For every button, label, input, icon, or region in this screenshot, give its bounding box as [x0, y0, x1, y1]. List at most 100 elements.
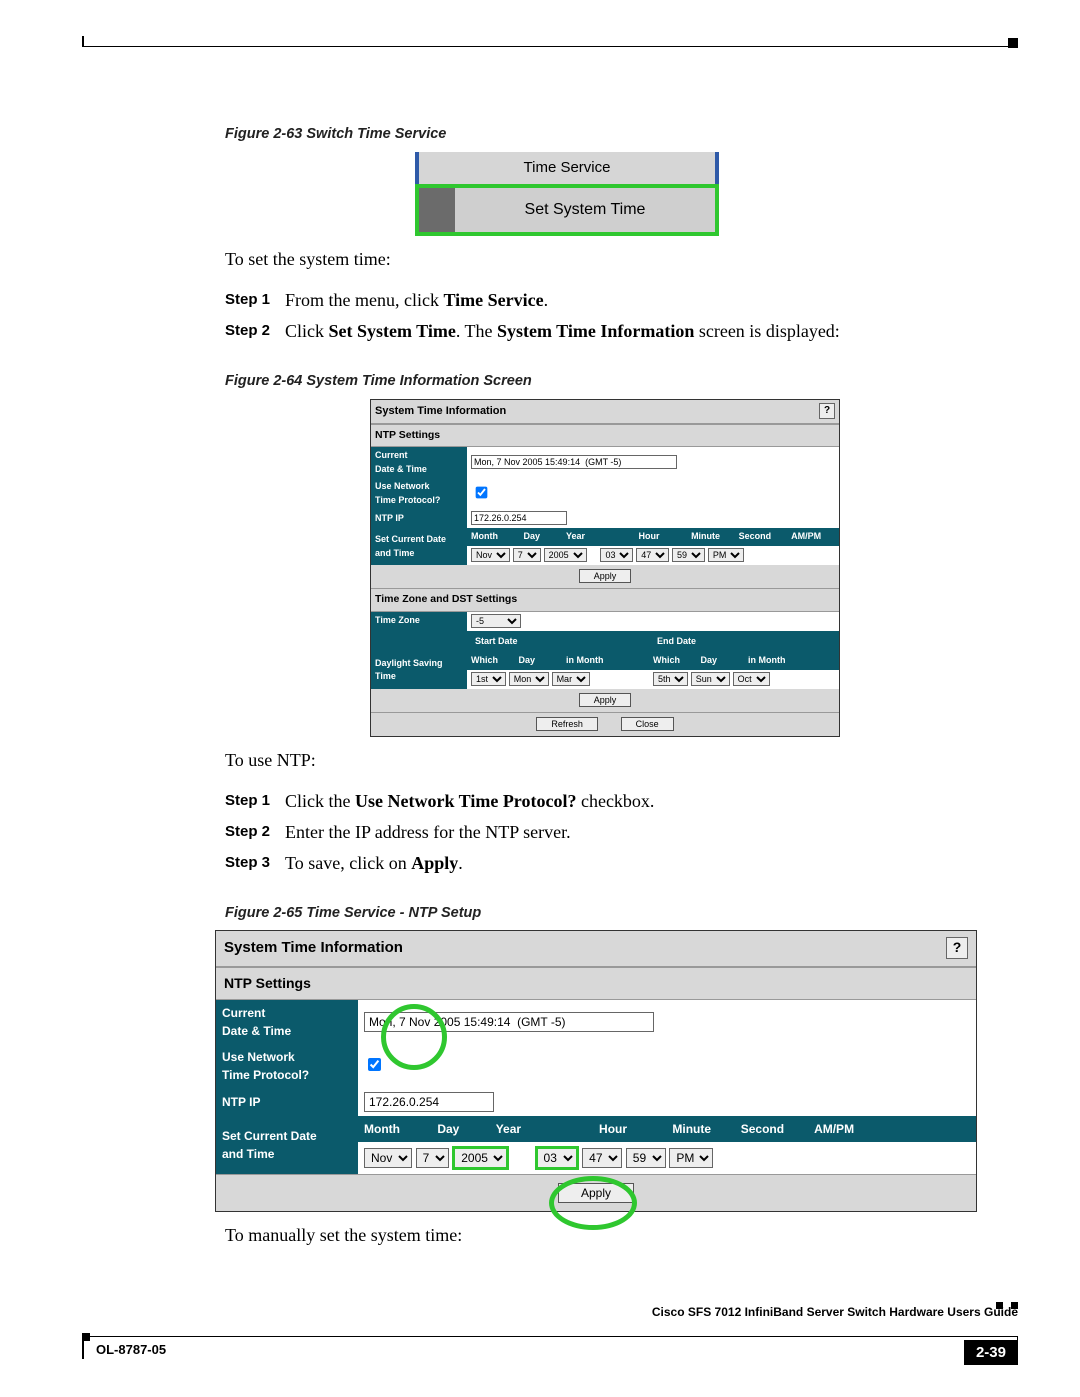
tz-table: Time Zone -5 Start Date End Date Dayligh… [371, 612, 839, 689]
h: Day [437, 1120, 492, 1138]
step-text: Click Set System Time. The System Time I… [285, 318, 840, 345]
t: System Time Information [497, 321, 694, 341]
ntp-ip-field[interactable] [471, 511, 567, 525]
h: Month [471, 530, 521, 544]
label-set-current: Set Current Date and Time [216, 1116, 358, 1174]
intro-set-time: To set the system time: [225, 246, 1010, 273]
help-icon[interactable]: ? [946, 937, 968, 959]
dst-end-which[interactable]: 5th [653, 672, 688, 686]
intro-use-ntp: To use NTP: [225, 747, 1010, 774]
h: Second [741, 1120, 811, 1138]
panel-title: System Time Information [375, 403, 506, 420]
crop-square [1008, 38, 1018, 48]
label-use-ntp: Use Network Time Protocol? [371, 478, 467, 509]
content-column: Figure 2-63 Switch Time Service Time Ser… [225, 120, 1010, 1263]
menu-stub [419, 188, 455, 232]
day-select[interactable]: 7 [513, 548, 541, 562]
section-tz-dst: Time Zone and DST Settings [371, 588, 839, 612]
h: Second [739, 530, 789, 544]
panel-title: System Time Information [224, 937, 403, 960]
bottom-button-row: Refresh Close [371, 712, 839, 736]
h: Hour [639, 530, 689, 544]
t: . The [456, 321, 497, 341]
help-icon[interactable]: ? [819, 403, 835, 419]
h: AM/PM [814, 1120, 869, 1138]
panel-titlebar: System Time Information ? [371, 400, 839, 424]
dst-end-day[interactable]: Sun [691, 672, 730, 686]
page-number: 2-39 [964, 1340, 1018, 1365]
minute-select[interactable]: 47 [582, 1148, 622, 1168]
h: in Month [566, 654, 621, 668]
current-datetime-field[interactable] [364, 1012, 654, 1032]
dst-start-month[interactable]: Mar [552, 672, 590, 686]
h: Hour [599, 1120, 669, 1138]
t: To save, click on [285, 853, 411, 873]
ntp-ip-field[interactable] [364, 1092, 494, 1112]
dst-start-day[interactable]: Mon [509, 672, 549, 686]
dst-start-which[interactable]: 1st [471, 672, 506, 686]
t: Time Service [443, 290, 543, 310]
h: Day [524, 530, 564, 544]
apply-row-1: Apply [371, 565, 839, 588]
close-button[interactable]: Close [621, 717, 674, 731]
dst-end-month[interactable]: Oct [733, 672, 770, 686]
h: AM/PM [791, 530, 831, 544]
dst-values: 1st Mon Mar 5th Sun Oct [467, 670, 839, 689]
label-set-current: Set Current Date and Time [371, 528, 467, 565]
menu-item-set-system-time[interactable]: Set System Time [455, 188, 715, 232]
apply-button-2[interactable]: Apply [579, 693, 632, 707]
ampm-select[interactable]: PM [708, 548, 744, 562]
use-ntp-checkbox[interactable] [476, 487, 488, 499]
label-current-datetime: Current Date & Time [216, 1000, 358, 1044]
apply-button-1[interactable]: Apply [579, 569, 632, 583]
step-text: From the menu, click Time Service. [285, 287, 548, 314]
day-select[interactable]: 7 [416, 1148, 449, 1168]
current-datetime-field[interactable] [471, 455, 677, 469]
h: Which [653, 654, 698, 668]
t: From the menu, click [285, 290, 443, 310]
h: Day [701, 654, 746, 668]
figure-63-caption: Figure 2-63 Switch Time Service [225, 124, 1010, 146]
step-label: Step 2 [225, 318, 285, 345]
step-text: Click the Use Network Time Protocol? che… [285, 788, 654, 815]
step-label: Step 2 [225, 819, 285, 846]
frame-top [82, 46, 1018, 47]
t: Click the [285, 791, 355, 811]
t: Use Network Time Protocol? [355, 791, 576, 811]
hour-select[interactable]: 03 [535, 1146, 579, 1170]
apply-row: Apply [216, 1174, 976, 1211]
figure-65-caption: Figure 2-65 Time Service - NTP Setup [225, 903, 1010, 925]
date-value-row: Nov 7 2005 03 47 59 PM [358, 1142, 976, 1174]
step-a1: Step 1 From the menu, click Time Service… [225, 287, 1010, 314]
step-b1: Step 1 Click the Use Network Time Protoc… [225, 788, 1010, 815]
step-text: To save, click on Apply. [285, 850, 463, 877]
step-b3: Step 3 To save, click on Apply. [225, 850, 1010, 877]
ntp-table-65: Current Date & Time Use Network Time Pro… [216, 1000, 976, 1174]
frame-bottom [82, 1336, 1018, 1337]
minute-select[interactable]: 47 [636, 548, 669, 562]
h: Day [519, 654, 564, 668]
menu-item-highlight: Set System Time [415, 184, 719, 236]
ampm-select[interactable]: PM [669, 1148, 713, 1168]
month-select[interactable]: Nov [471, 548, 510, 562]
label-dst: Daylight Saving Time [371, 652, 467, 689]
h: Year [496, 1120, 566, 1138]
second-select[interactable]: 59 [672, 548, 705, 562]
h: Minute [691, 530, 736, 544]
year-select[interactable]: 2005 [452, 1146, 509, 1170]
timezone-select[interactable]: -5 [471, 614, 521, 628]
refresh-button[interactable]: Refresh [536, 717, 598, 731]
second-select[interactable]: 59 [626, 1148, 666, 1168]
footer-doc-id: OL-8787-05 [96, 1342, 166, 1357]
month-select[interactable]: Nov [364, 1148, 412, 1168]
year-select[interactable]: 2005 [544, 548, 587, 562]
footer-guide-title: Cisco SFS 7012 InfiniBand Server Switch … [652, 1305, 1018, 1319]
menu-header[interactable]: Time Service [415, 152, 719, 185]
hour-select[interactable]: 03 [600, 548, 633, 562]
apply-button[interactable]: Apply [558, 1183, 634, 1203]
use-ntp-checkbox[interactable] [368, 1058, 381, 1071]
spacer [371, 631, 467, 653]
section-ntp-settings: NTP Settings [216, 967, 976, 1000]
section-ntp-settings: NTP Settings [371, 424, 839, 448]
t: checkbox. [576, 791, 654, 811]
